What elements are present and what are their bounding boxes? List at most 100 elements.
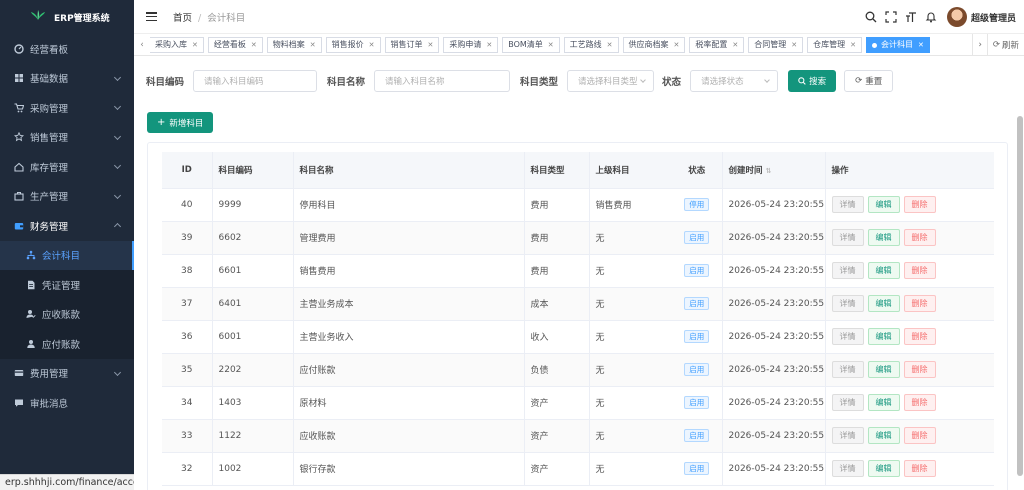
sidebar-item-0[interactable]: 经营看板 bbox=[0, 34, 134, 64]
table-row: 39 6602 管理费用 费用无启用 2026-05-24 23:20:55 详情 编辑 删除 bbox=[162, 221, 994, 255]
tag-8[interactable]: 供应商档案 ✕ bbox=[622, 37, 686, 53]
detail-button[interactable]: 详情 bbox=[831, 229, 864, 246]
close-icon[interactable]: ✕ bbox=[850, 38, 856, 52]
avatar[interactable] bbox=[946, 7, 967, 27]
sidebar-item-2[interactable]: 采购管理 bbox=[0, 93, 134, 123]
breadcrumb-home[interactable]: 首页 bbox=[173, 13, 192, 24]
detail-button[interactable]: 详情 bbox=[831, 196, 864, 213]
tag-5[interactable]: 采购申请 ✕ bbox=[443, 37, 499, 53]
tag-3[interactable]: 销售报价 ✕ bbox=[325, 37, 381, 53]
detail-button[interactable]: 详情 bbox=[831, 328, 864, 345]
edit-button[interactable]: 编辑 bbox=[867, 361, 900, 378]
sidebar-item-8[interactable]: 审批消息 bbox=[0, 388, 134, 418]
code-input[interactable]: 请输入科目编码 bbox=[193, 70, 318, 92]
close-icon[interactable]: ✕ bbox=[251, 38, 257, 52]
status-select[interactable]: 请选择状态 bbox=[690, 70, 779, 92]
font-size-icon[interactable] bbox=[905, 11, 917, 23]
tag-10[interactable]: 合同管理 ✕ bbox=[748, 37, 804, 53]
delete-button[interactable]: 删除 bbox=[903, 394, 936, 411]
close-icon[interactable]: ✕ bbox=[791, 38, 797, 52]
tag-1[interactable]: 经营看板 ✕ bbox=[207, 37, 263, 53]
tags-refresh-button[interactable]: ⟳ 刷新 bbox=[986, 34, 1024, 55]
edit-button[interactable]: 编辑 bbox=[867, 427, 900, 444]
cell-parent: 无 bbox=[588, 254, 672, 288]
tag-12[interactable]: 会计科目 ✕ bbox=[866, 37, 930, 53]
bell-icon[interactable] bbox=[925, 11, 937, 23]
close-icon[interactable]: ✕ bbox=[674, 38, 680, 52]
cell-type: 资产 bbox=[523, 386, 589, 420]
close-icon[interactable]: ✕ bbox=[548, 38, 554, 52]
close-icon[interactable]: ✕ bbox=[607, 38, 613, 52]
sidebar-item-1[interactable]: 基础数据 bbox=[0, 64, 134, 94]
sidebar-item-label: 费用管理 bbox=[30, 369, 69, 381]
menu-toggle-icon[interactable] bbox=[146, 12, 157, 21]
tag-4[interactable]: 销售订单 ✕ bbox=[384, 37, 440, 53]
tag-0[interactable]: 采购入库 ✕ bbox=[150, 37, 204, 53]
sidebar-item-5[interactable]: 生产管理 bbox=[0, 182, 134, 212]
app-logo[interactable]: ERP管理系统 bbox=[0, 0, 134, 34]
edit-button[interactable]: 编辑 bbox=[867, 328, 900, 345]
username[interactable]: 超级管理员 bbox=[971, 11, 1016, 24]
delete-button[interactable]: 删除 bbox=[903, 295, 936, 312]
cell-time: 2026-05-24 23:20:55 bbox=[721, 353, 825, 387]
close-icon[interactable]: ✕ bbox=[192, 38, 198, 52]
edit-button[interactable]: 编辑 bbox=[867, 460, 900, 477]
logo-leaf-icon bbox=[31, 10, 45, 20]
detail-button[interactable]: 详情 bbox=[831, 460, 864, 477]
sidebar-subitem-0[interactable]: 会计科目 bbox=[0, 240, 134, 270]
tag-6[interactable]: BOM清单 ✕ bbox=[502, 37, 560, 53]
delete-button[interactable]: 删除 bbox=[903, 229, 936, 246]
reset-button[interactable]: ⟳ 重置 bbox=[844, 70, 894, 92]
detail-button[interactable]: 详情 bbox=[831, 394, 864, 411]
sidebar-item-3[interactable]: 销售管理 bbox=[0, 123, 134, 153]
sort-icon[interactable]: ⇅ bbox=[766, 167, 772, 175]
detail-button[interactable]: 详情 bbox=[831, 361, 864, 378]
close-icon[interactable]: ✕ bbox=[918, 38, 924, 52]
add-subject-button[interactable]: + 新增科目 bbox=[147, 112, 214, 133]
name-input[interactable]: 请输入科目名称 bbox=[374, 70, 511, 92]
edit-button[interactable]: 编辑 bbox=[867, 196, 900, 213]
tag-2[interactable]: 物料档案 ✕ bbox=[266, 37, 322, 53]
detail-button[interactable]: 详情 bbox=[831, 427, 864, 444]
sidebar-subitem-1[interactable]: 凭证管理 bbox=[0, 270, 134, 300]
message-icon bbox=[15, 399, 23, 407]
cell-type: 资产 bbox=[523, 452, 589, 486]
delete-button[interactable]: 删除 bbox=[903, 196, 936, 213]
sidebar-item-4[interactable]: 库存管理 bbox=[0, 152, 134, 182]
sidebar-item-6[interactable]: 财务管理 bbox=[0, 211, 134, 241]
tag-9[interactable]: 税率配置 ✕ bbox=[689, 37, 745, 53]
delete-button[interactable]: 删除 bbox=[903, 328, 936, 345]
tags-scroll-right-icon[interactable]: › bbox=[972, 34, 986, 55]
sidebar-item-7[interactable]: 费用管理 bbox=[0, 359, 134, 389]
sidebar-subitem-2[interactable]: 应收账款 bbox=[0, 300, 134, 330]
close-icon[interactable]: ✕ bbox=[369, 38, 375, 52]
delete-button[interactable]: 删除 bbox=[903, 361, 936, 378]
search-icon[interactable] bbox=[865, 11, 877, 23]
edit-button[interactable]: 编辑 bbox=[867, 394, 900, 411]
status-badge: 停用 bbox=[684, 198, 710, 211]
sidebar-subitem-3[interactable]: 应付账款 bbox=[0, 329, 134, 359]
cell-code: 6401 bbox=[211, 287, 293, 321]
edit-button[interactable]: 编辑 bbox=[867, 229, 900, 246]
type-select[interactable]: 请选择科目类型 bbox=[567, 70, 655, 92]
search-button[interactable]: 搜索 bbox=[788, 70, 837, 92]
delete-button[interactable]: 删除 bbox=[903, 262, 936, 279]
tag-11[interactable]: 仓库管理 ✕ bbox=[807, 37, 863, 53]
status-badge: 启用 bbox=[684, 264, 710, 277]
close-icon[interactable]: ✕ bbox=[486, 38, 492, 52]
fullscreen-icon[interactable] bbox=[885, 11, 897, 23]
close-icon[interactable]: ✕ bbox=[310, 38, 316, 52]
detail-button[interactable]: 详情 bbox=[831, 262, 864, 279]
tags-scroll-left-icon[interactable]: ‹ bbox=[136, 34, 148, 55]
delete-button[interactable]: 删除 bbox=[903, 427, 936, 444]
page-scrollbar[interactable] bbox=[1016, 112, 1024, 482]
delete-button[interactable]: 删除 bbox=[903, 460, 936, 477]
edit-button[interactable]: 编辑 bbox=[867, 262, 900, 279]
close-icon[interactable]: ✕ bbox=[732, 38, 738, 52]
tag-7[interactable]: 工艺路线 ✕ bbox=[563, 37, 619, 53]
cell-time: 2026-05-24 23:20:55 bbox=[721, 452, 825, 486]
close-icon[interactable]: ✕ bbox=[428, 38, 434, 52]
col-created-time[interactable]: 创建时间 ⇅ bbox=[721, 152, 825, 189]
edit-button[interactable]: 编辑 bbox=[867, 295, 900, 312]
detail-button[interactable]: 详情 bbox=[831, 295, 864, 312]
